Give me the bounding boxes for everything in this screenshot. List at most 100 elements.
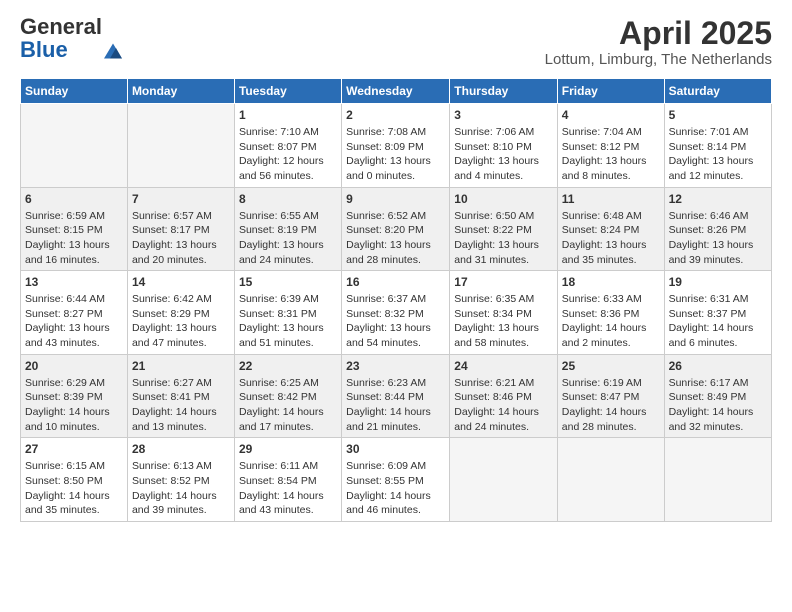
daylight-text: Daylight: 13 hours and 58 minutes. — [454, 322, 539, 349]
daylight-text: Daylight: 13 hours and 0 minutes. — [346, 155, 431, 182]
table-row: 10Sunrise: 6:50 AMSunset: 8:22 PMDayligh… — [450, 187, 558, 271]
sunrise-text: Sunrise: 6:59 AM — [25, 210, 105, 222]
calendar-week-row: 27Sunrise: 6:15 AMSunset: 8:50 PMDayligh… — [21, 438, 772, 522]
day-number: 28 — [132, 441, 230, 458]
table-row: 30Sunrise: 6:09 AMSunset: 8:55 PMDayligh… — [342, 438, 450, 522]
sunrise-text: Sunrise: 6:11 AM — [239, 460, 318, 472]
table-row: 23Sunrise: 6:23 AMSunset: 8:44 PMDayligh… — [342, 354, 450, 438]
table-row: 4Sunrise: 7:04 AMSunset: 8:12 PMDaylight… — [557, 104, 664, 188]
day-number: 15 — [239, 274, 337, 291]
table-row: 17Sunrise: 6:35 AMSunset: 8:34 PMDayligh… — [450, 271, 558, 355]
daylight-text: Daylight: 13 hours and 20 minutes. — [132, 239, 217, 266]
daylight-text: Daylight: 13 hours and 54 minutes. — [346, 322, 431, 349]
table-row — [557, 438, 664, 522]
sunset-text: Sunset: 8:07 PM — [239, 141, 317, 153]
col-wednesday: Wednesday — [342, 79, 450, 104]
day-number: 6 — [25, 191, 123, 208]
sunset-text: Sunset: 8:12 PM — [562, 141, 640, 153]
sunrise-text: Sunrise: 7:08 AM — [346, 126, 426, 138]
table-row: 26Sunrise: 6:17 AMSunset: 8:49 PMDayligh… — [664, 354, 771, 438]
table-row: 3Sunrise: 7:06 AMSunset: 8:10 PMDaylight… — [450, 104, 558, 188]
table-row: 13 Sunrise: 6:44 AM Sunset: 8:27 PM Dayligh… — [21, 271, 128, 355]
table-row: 22Sunrise: 6:25 AMSunset: 8:42 PMDayligh… — [234, 354, 341, 438]
table-row: 21Sunrise: 6:27 AMSunset: 8:41 PMDayligh… — [127, 354, 234, 438]
table-row: 9Sunrise: 6:52 AMSunset: 8:20 PMDaylight… — [342, 187, 450, 271]
sunset-text: Sunset: 8:52 PM — [132, 475, 210, 487]
table-row: 24Sunrise: 6:21 AMSunset: 8:46 PMDayligh… — [450, 354, 558, 438]
sunrise-text: Sunrise: 6:27 AM — [132, 377, 212, 389]
sunrise-text: Sunrise: 6:57 AM — [132, 210, 212, 222]
day-number: 30 — [346, 441, 445, 458]
header: General Blue April 2025 Lottum, Limburg,… — [20, 16, 772, 68]
table-row: 7Sunrise: 6:57 AMSunset: 8:17 PMDaylight… — [127, 187, 234, 271]
day-number: 11 — [562, 191, 660, 208]
sunset-text: Sunset: 8:39 PM — [25, 391, 103, 403]
daylight-text: Daylight: 14 hours and 46 minutes. — [346, 490, 431, 517]
daylight-text: Daylight: 13 hours and 51 minutes. — [239, 322, 324, 349]
sunrise-text: Sunrise: 6:37 AM — [346, 293, 426, 305]
sunset-text: Sunset: 8:24 PM — [562, 224, 640, 236]
title-block: April 2025 Lottum, Limburg, The Netherla… — [545, 16, 772, 68]
daylight-text: Daylight: 13 hours and 16 minutes. — [25, 239, 110, 266]
sunrise-text: Sunrise: 6:52 AM — [346, 210, 426, 222]
day-number: 20 — [25, 358, 123, 375]
calendar-title: April 2025 — [545, 16, 772, 51]
sunrise-text: Sunrise: 6:23 AM — [346, 377, 426, 389]
day-number: 1 — [239, 107, 337, 124]
sunset-text: Sunset: 8:19 PM — [239, 224, 317, 236]
daylight-text: Daylight: 14 hours and 13 minutes. — [132, 406, 217, 433]
table-row — [127, 104, 234, 188]
daylight-text: Daylight: 13 hours and 47 minutes. — [132, 322, 217, 349]
logo-general-text: General — [20, 14, 102, 39]
sunrise-text: Sunrise: 6:42 AM — [132, 293, 212, 305]
sunrise-text: Sunrise: 6:15 AM — [25, 460, 105, 472]
sunrise-text: Sunrise: 7:04 AM — [562, 126, 642, 138]
sunset-text: Sunset: 8:14 PM — [669, 141, 747, 153]
day-number: 5 — [669, 107, 767, 124]
day-number: 29 — [239, 441, 337, 458]
sunset-text: Sunset: 8:26 PM — [669, 224, 747, 236]
calendar-header-row: Sunday Monday Tuesday Wednesday Thursday… — [21, 79, 772, 104]
sunrise-text: Sunrise: 6:29 AM — [25, 377, 105, 389]
day-number: 9 — [346, 191, 445, 208]
day-number: 7 — [132, 191, 230, 208]
calendar-week-row: 20 Sunrise: 6:29 AM Sunset: 8:39 PM Dayligh… — [21, 354, 772, 438]
sunset-text: Sunset: 8:32 PM — [346, 308, 424, 320]
daylight-text: Daylight: 13 hours and 4 minutes. — [454, 155, 539, 182]
page: General Blue April 2025 Lottum, Limburg,… — [0, 0, 792, 532]
sunset-text: Sunset: 8:22 PM — [454, 224, 532, 236]
day-number: 8 — [239, 191, 337, 208]
day-number: 13 — [25, 274, 123, 291]
table-row: 14Sunrise: 6:42 AMSunset: 8:29 PMDayligh… — [127, 271, 234, 355]
day-number: 16 — [346, 274, 445, 291]
sunrise-text: Sunrise: 6:33 AM — [562, 293, 642, 305]
sunrise-text: Sunrise: 7:06 AM — [454, 126, 534, 138]
table-row: 5Sunrise: 7:01 AMSunset: 8:14 PMDaylight… — [664, 104, 771, 188]
sunrise-text: Sunrise: 6:09 AM — [346, 460, 426, 472]
sunrise-text: Sunrise: 6:55 AM — [239, 210, 319, 222]
sunrise-text: Sunrise: 6:19 AM — [562, 377, 642, 389]
day-number: 26 — [669, 358, 767, 375]
sunset-text: Sunset: 8:10 PM — [454, 141, 532, 153]
calendar-week-row: 1Sunrise: 7:10 AMSunset: 8:07 PMDaylight… — [21, 104, 772, 188]
sunrise-text: Sunrise: 6:44 AM — [25, 293, 105, 305]
sunset-text: Sunset: 8:34 PM — [454, 308, 532, 320]
sunset-text: Sunset: 8:27 PM — [25, 308, 103, 320]
daylight-text: Daylight: 13 hours and 43 minutes. — [25, 322, 110, 349]
day-number: 2 — [346, 107, 445, 124]
table-row: 2Sunrise: 7:08 AMSunset: 8:09 PMDaylight… — [342, 104, 450, 188]
day-number: 21 — [132, 358, 230, 375]
table-row — [21, 104, 128, 188]
sunset-text: Sunset: 8:54 PM — [239, 475, 317, 487]
daylight-text: Daylight: 14 hours and 17 minutes. — [239, 406, 324, 433]
sunrise-text: Sunrise: 7:01 AM — [669, 126, 749, 138]
daylight-text: Daylight: 14 hours and 39 minutes. — [132, 490, 217, 517]
sunrise-text: Sunrise: 6:25 AM — [239, 377, 319, 389]
col-tuesday: Tuesday — [234, 79, 341, 104]
col-sunday: Sunday — [21, 79, 128, 104]
daylight-text: Daylight: 13 hours and 28 minutes. — [346, 239, 431, 266]
table-row: 1Sunrise: 7:10 AMSunset: 8:07 PMDaylight… — [234, 104, 341, 188]
daylight-text: Daylight: 13 hours and 39 minutes. — [669, 239, 754, 266]
calendar-table: Sunday Monday Tuesday Wednesday Thursday… — [20, 78, 772, 522]
day-number: 10 — [454, 191, 553, 208]
